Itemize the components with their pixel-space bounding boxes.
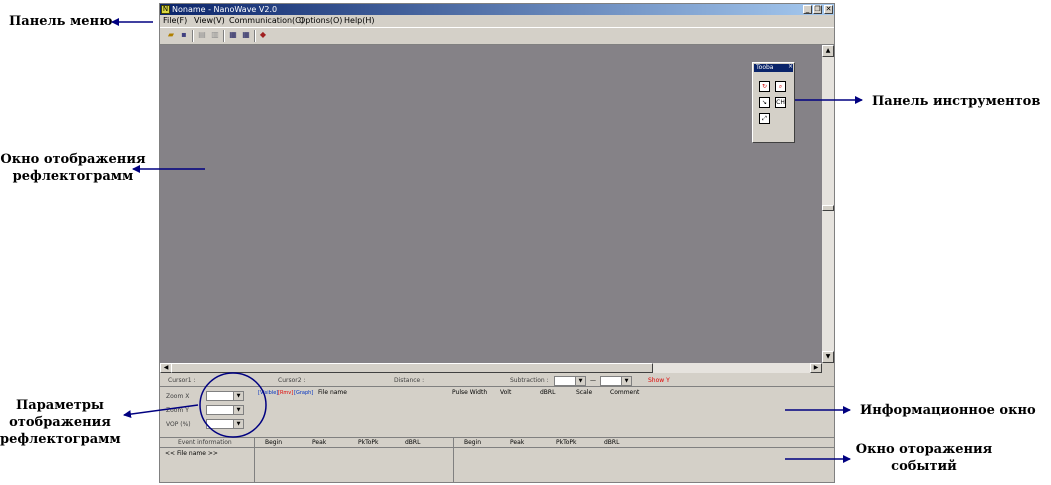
subtraction-b-select[interactable]: ▼ <box>600 376 632 386</box>
zoom-y-select[interactable]: ▼ <box>206 405 244 415</box>
right-pktopk-header: PkToPk <box>556 439 577 446</box>
annotation-menu-panel: Панель меню <box>9 14 113 29</box>
annotation-events-line2: событий <box>891 459 957 474</box>
scale-header: Scale <box>576 389 593 396</box>
horizontal-scrollbar[interactable]: ◀ ▶ <box>160 363 822 373</box>
vertical-scrollbar[interactable]: ▲ ▼ <box>822 45 834 363</box>
annotation-info-window: Информационное окно <box>860 403 1036 418</box>
events-top-divider <box>160 437 834 438</box>
vop-label: VOP (%) <box>166 421 191 428</box>
cursor1-label: Cursor1 : <box>168 377 196 384</box>
menu-options[interactable]: Options(O) <box>299 15 342 26</box>
app-icon: N <box>161 5 170 14</box>
pulse-width-header: Pulse Width <box>452 389 488 396</box>
fit-tool-icon[interactable]: ⤢ <box>759 113 770 124</box>
annotation-display-line2: рефлектограмм <box>12 169 134 184</box>
annotation-params-line1: Параметры <box>16 398 104 413</box>
graph-header[interactable]: [Graph] <box>294 389 313 397</box>
subtraction-label: Subtraction : <box>510 377 549 384</box>
status-divider <box>160 386 834 387</box>
title-bar: N Noname - NanoWave V2.0 _ ❐ ✕ <box>160 4 834 15</box>
reflectogram-display[interactable] <box>160 45 822 363</box>
toolbox-close-icon[interactable]: × <box>788 63 793 71</box>
settings-icon[interactable]: ◆ <box>258 30 268 40</box>
print-icon[interactable]: ▤ <box>197 30 207 40</box>
dropdown-arrow-icon: ▼ <box>233 392 243 400</box>
rmv-header[interactable]: [Rmv] <box>278 389 293 397</box>
menu-help[interactable]: Help(H) <box>344 15 375 26</box>
nanowave-window: N Noname - NanoWave V2.0 _ ❐ ✕ File(F) V… <box>159 3 835 483</box>
toolbar: ▰ ▪ ▤ ▥ ▦ ▦ ◆ <box>160 27 834 45</box>
file-name-header: File name <box>318 389 347 396</box>
annotation-params: Параметры отображения рефлектограмм <box>0 397 121 448</box>
annotation-display-line1: Окно отображения <box>0 152 146 167</box>
menu-file[interactable]: File(F) <box>163 15 187 26</box>
scroll-up-icon[interactable]: ▲ <box>822 45 834 57</box>
horizontal-scroll-thumb[interactable] <box>171 363 653 373</box>
channel-tool-icon[interactable]: CH <box>775 97 786 108</box>
toolbox-palette[interactable]: Tooba × ↻ ⌕ ↘ CH ⤢ <box>752 62 795 143</box>
vop-select[interactable]: ▼ <box>206 419 244 429</box>
window-icon[interactable]: ▦ <box>228 30 238 40</box>
subtraction-dash: — <box>590 377 596 384</box>
annotation-events-window: Окно отоpажения событий <box>848 441 1000 475</box>
dropdown-arrow-icon: ▼ <box>621 377 631 385</box>
annotation-params-line2: отображения <box>9 415 111 430</box>
dbrl-header: dBRL <box>540 389 556 396</box>
dropdown-arrow-icon: ▼ <box>575 377 585 385</box>
dropdown-arrow-icon: ▼ <box>233 420 243 428</box>
event-information-header: Event information <box>178 439 232 446</box>
annotation-params-line3: рефлектограмм <box>0 432 121 447</box>
dropdown-arrow-icon: ▼ <box>233 406 243 414</box>
menu-bar: File(F) View(V) Communication(C) Options… <box>160 15 834 26</box>
events-column-divider <box>254 438 255 483</box>
menu-communication[interactable]: Communication(C) <box>229 15 304 26</box>
left-dbrl-header: dBRL <box>405 439 421 446</box>
comment-header: Comment <box>610 389 640 396</box>
distance-label: Distance : <box>394 377 425 384</box>
events-column-divider <box>453 438 454 483</box>
restore-button[interactable]: ❐ <box>813 5 822 14</box>
annotation-events-line1: Окно отоpажения <box>855 442 993 457</box>
subtraction-a-select[interactable]: ▼ <box>554 376 586 386</box>
annotation-toolbar-panel: Панель инструментов <box>872 94 1041 109</box>
cursor-tool-icon[interactable]: ↘ <box>759 97 770 108</box>
vertical-scroll-thumb[interactable] <box>822 205 834 211</box>
event-file-name-row[interactable]: << File name >> <box>165 450 218 458</box>
open-icon[interactable]: ▰ <box>166 30 176 40</box>
refresh-tool-icon[interactable]: ↻ <box>759 81 770 92</box>
left-pktopk-header: PkToPk <box>358 439 379 446</box>
toolbar-separator <box>192 30 194 42</box>
right-begin-header: Begin <box>464 439 482 446</box>
close-button[interactable]: ✕ <box>824 5 833 14</box>
right-dbrl-header: dBRL <box>604 439 620 446</box>
save-icon[interactable]: ▪ <box>179 30 189 40</box>
zoom-tool-icon[interactable]: ⌕ <box>775 81 786 92</box>
zoom-x-label: Zoom X <box>166 393 190 400</box>
visible-header[interactable]: [Visible] <box>258 389 278 397</box>
window-title: Noname - NanoWave V2.0 <box>172 5 278 14</box>
menu-view[interactable]: View(V) <box>194 15 225 26</box>
toolbar-separator <box>254 30 256 42</box>
scroll-down-icon[interactable]: ▼ <box>822 351 834 363</box>
zoom-y-label: Zoom Y <box>166 407 189 414</box>
zoom-x-select[interactable]: ▼ <box>206 391 244 401</box>
left-peak-header: Peak <box>312 439 327 446</box>
right-peak-header: Peak <box>510 439 525 446</box>
annotation-display-window: Окно отображения рефлектограмм <box>0 151 146 185</box>
cursor2-label: Cursor2 : <box>278 377 306 384</box>
show-y-toggle[interactable]: Show Y <box>648 377 670 385</box>
left-begin-header: Begin <box>265 439 283 446</box>
events-header-divider <box>160 447 834 448</box>
minimize-button[interactable]: _ <box>803 5 812 14</box>
print-preview-icon[interactable]: ▥ <box>210 30 220 40</box>
scroll-right-icon[interactable]: ▶ <box>810 363 822 373</box>
window-list-icon[interactable]: ▦ <box>241 30 251 40</box>
volt-header: Volt <box>500 389 512 396</box>
toolbar-separator <box>223 30 225 42</box>
